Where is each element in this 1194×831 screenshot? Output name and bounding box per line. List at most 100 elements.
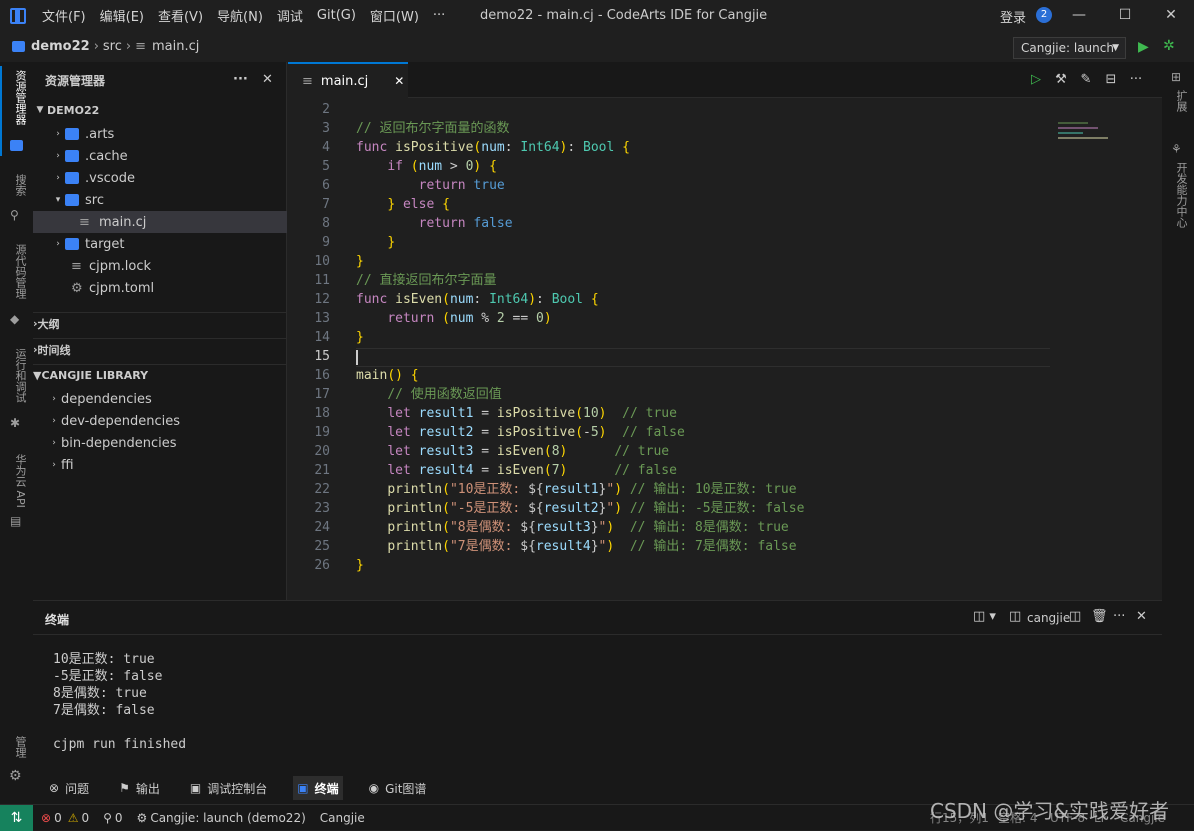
folder-icon [65,238,79,250]
tree-item-cjpm-lock[interactable]: ≡ cjpm.lock [33,255,287,277]
activity-extensions[interactable]: 扩展 [1167,90,1189,112]
section-timeline[interactable]: › 时间线 [33,338,287,360]
chevron-right-icon: › [52,460,56,470]
chevron-right-icon: › [56,129,60,139]
breadcrumb-project[interactable]: demo22 [31,39,90,54]
activity-run-debug[interactable]: 运行和调试 [6,348,28,403]
tree-item-vscode[interactable]: › .vscode [33,167,287,189]
remote-icon[interactable]: ⇅ [0,804,33,831]
tree-item-cjpm-toml[interactable]: ⚙ cjpm.toml [33,277,287,299]
trash-icon[interactable]: 🗑 [1091,609,1108,624]
tree-item-target[interactable]: › target [33,233,287,255]
terminal-output[interactable]: 10是正数: true -5是正数: false 8是偶数: true 7是偶数: f… [53,651,186,753]
menu-more[interactable]: ··· [433,8,445,23]
code-line: } [387,235,396,250]
ports-count[interactable]: 0 [115,811,123,825]
more-icon[interactable]: ··· [1113,609,1125,624]
chevron-right-icon: › [52,438,56,448]
menu-navigate[interactable]: 导航(N) [217,6,263,25]
window-title: demo22 - main.cj - CodeArts IDE for Cang… [480,8,768,23]
code-line: } [356,254,364,269]
menu-edit[interactable]: 编辑(E) [100,6,144,25]
more-actions-icon[interactable]: ··· [1128,72,1144,88]
split-terminal-icon[interactable]: ◫ ▾ [973,609,996,624]
menu-view[interactable]: 查看(V) [158,6,203,25]
terminal-icon: ▣ [297,781,309,795]
close-icon[interactable]: ✕ [262,72,273,87]
warning-count[interactable]: 0 [81,811,89,825]
tab-label: Git图谱 [385,781,427,796]
library-item[interactable]: › dev-dependencies [33,410,287,432]
code-area[interactable]: // 返回布尔字面量的函数 func isPositive(num: Int64… [356,100,1036,590]
breadcrumb-file[interactable]: main.cj [152,39,199,54]
library-item[interactable]: › ffi [33,454,287,476]
tab-debug-console[interactable]: ▣ 调试控制台 [186,776,271,800]
tree-item-main-cj[interactable]: ≡ main.cj [33,211,287,233]
debug-icon[interactable]: ✲ [1163,38,1175,54]
close-panel-icon[interactable]: ✕ [1136,609,1147,624]
menu-window[interactable]: 窗口(W) [370,6,419,25]
code-line: } [356,558,364,573]
library-item[interactable]: › bin-dependencies [33,432,287,454]
tree-item-src[interactable]: ▾ src [33,189,287,211]
breadcrumb-folder[interactable]: src [103,39,122,54]
tab-main-cj[interactable]: ≡ main.cj ✕ [288,62,408,98]
line-number: 12 [314,292,330,307]
close-tab-icon[interactable]: ✕ [394,74,404,88]
maximize-icon[interactable]: ☐ [1116,6,1134,24]
tab-terminal[interactable]: ▣ 终端 [293,776,343,800]
activity-explorer[interactable]: 资源管理器 [6,70,28,125]
tab-output[interactable]: ⚑ 输出 [115,776,164,800]
code-line: return (num % 2 == 0) [387,311,552,326]
build-icon[interactable]: ⚒ [1053,72,1069,88]
activity-scm[interactable]: 源代码管理 [6,244,28,299]
close-window-icon[interactable]: ✕ [1162,6,1180,24]
code-line: let result2 = isPositive(-5) // false [387,425,685,440]
menu-file[interactable]: 文件(F) [42,6,86,25]
notification-badge[interactable]: 2 [1036,7,1052,23]
chevron-right-icon: › [56,151,60,161]
folder-icon [65,128,79,140]
activity-dev-center[interactable]: 开发能力中心 [1167,162,1189,228]
tab-label: 调试控制台 [207,781,268,796]
menu-debug[interactable]: 调试 [277,6,303,25]
tab-git-graph[interactable]: ◉ Git图谱 [365,776,431,800]
more-icon[interactable]: ··· [233,72,248,87]
minimap[interactable] [1058,112,1118,152]
file-icon: ≡ [302,73,313,89]
library-label: ffi [61,457,74,473]
run-file-icon[interactable]: ▷ [1028,72,1044,88]
watermark: CSDN @学习&实践爱好者 [930,799,1169,823]
library-item[interactable]: › dependencies [33,388,287,410]
section-outline[interactable]: › 大纲 [33,312,287,334]
chevron-right-icon: › [125,39,132,54]
split-icon[interactable]: ◫ [1069,609,1081,624]
activity-huawei-api[interactable]: 华为云 API [6,454,28,508]
error-count[interactable]: 0 [54,811,62,825]
line-number: 7 [322,197,330,212]
file-icon: ≡ [71,258,82,274]
line-number: 5 [322,159,330,174]
login-button[interactable]: 登录 [1000,7,1026,26]
tree-item-cache[interactable]: › .cache [33,145,287,167]
output-line: cjpm run finished [53,737,187,752]
language-server[interactable]: Cangjie [320,811,365,825]
run-icon[interactable]: ▶ [1138,39,1149,55]
split-editor-icon[interactable]: ⊟ [1103,72,1119,88]
run-config-select[interactable]: Cangjie: launch ▼ [1013,37,1126,59]
section-label: CANGJIE LIBRARY [41,369,149,382]
tree-item-arts[interactable]: › .arts [33,123,287,145]
menu-git[interactable]: Git(G) [317,8,356,23]
shell-name[interactable]: cangjie [1027,611,1070,625]
minimize-icon[interactable]: — [1070,6,1088,24]
tab-problems[interactable]: ⊗ 问题 [45,776,93,800]
gear-icon[interactable]: ⚙ [9,768,22,784]
activity-search[interactable]: 搜索 [6,174,28,196]
right-activity-bar: ⊞ 扩展 ⚘ 开发能力中心 [1162,62,1194,804]
activity-manage[interactable]: 管理 [6,736,28,758]
line-number: 23 [314,501,330,516]
section-cangjie-library[interactable]: ▼ CANGJIE LIBRARY [33,364,287,386]
launch-config[interactable]: Cangjie: launch (demo22) [150,811,305,825]
edit-icon[interactable]: ✎ [1078,72,1094,88]
tree-root[interactable]: ▼ DEMO22 [33,99,287,121]
